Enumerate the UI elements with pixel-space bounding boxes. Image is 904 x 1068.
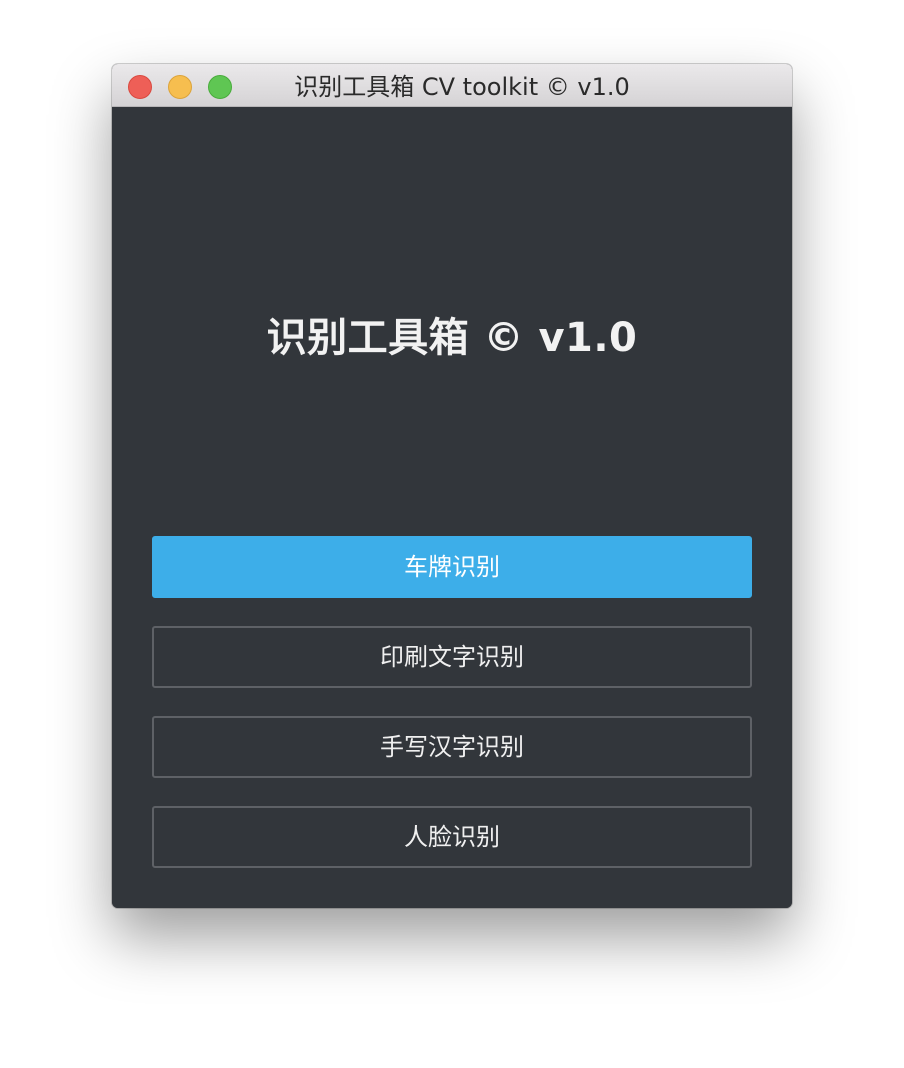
- face-recognition-button[interactable]: 人脸识别: [152, 806, 752, 868]
- main-panel: 识别工具箱 © v1.0 车牌识别 印刷文字识别 手写汉字识别 人脸识别: [112, 107, 792, 908]
- license-plate-recognition-button[interactable]: 车牌识别: [152, 536, 752, 598]
- handwritten-chinese-recognition-button[interactable]: 手写汉字识别: [152, 716, 752, 778]
- title-bar[interactable]: 识别工具箱 CV toolkit © v1.0: [112, 64, 792, 107]
- window-title: 识别工具箱 CV toolkit © v1.0: [294, 73, 630, 101]
- printed-text-recognition-button[interactable]: 印刷文字识别: [152, 626, 752, 688]
- app-heading: 识别工具箱 © v1.0: [266, 315, 638, 361]
- app-window: 识别工具箱 CV toolkit © v1.0 识别工具箱 © v1.0 车牌识…: [112, 64, 792, 908]
